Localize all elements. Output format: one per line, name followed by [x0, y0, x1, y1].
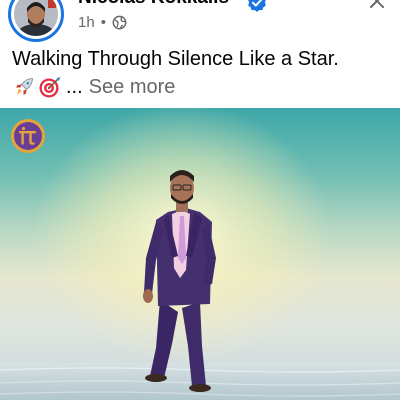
rocket-emoji-icon [16, 78, 33, 95]
caption-ellipsis: ... [66, 75, 83, 98]
photo-scene [0, 108, 400, 400]
post-time[interactable]: 1h [78, 14, 95, 31]
post-meta: 1h • [78, 12, 127, 32]
post-header: Nicolas Kokkalis 1h • [0, 0, 400, 44]
post-caption: Walking Through Silence Like a Star. [12, 48, 339, 70]
post-photo[interactable] [0, 108, 400, 400]
verified-badge-icon [248, 0, 266, 12]
caption-continuation: ... See more [12, 74, 175, 100]
author-name[interactable]: Nicolas Kokkalis [78, 0, 229, 9]
author-avatar[interactable] [8, 0, 64, 42]
meta-separator: • [100, 13, 106, 31]
close-icon [370, 0, 384, 8]
pi-network-logo-icon [11, 119, 45, 153]
see-more-link[interactable]: See more [89, 76, 176, 99]
avatar-photo [14, 0, 58, 36]
globe-icon [112, 15, 127, 29]
close-button[interactable] [364, 0, 390, 12]
direct-hit-emoji-icon [39, 77, 61, 98]
